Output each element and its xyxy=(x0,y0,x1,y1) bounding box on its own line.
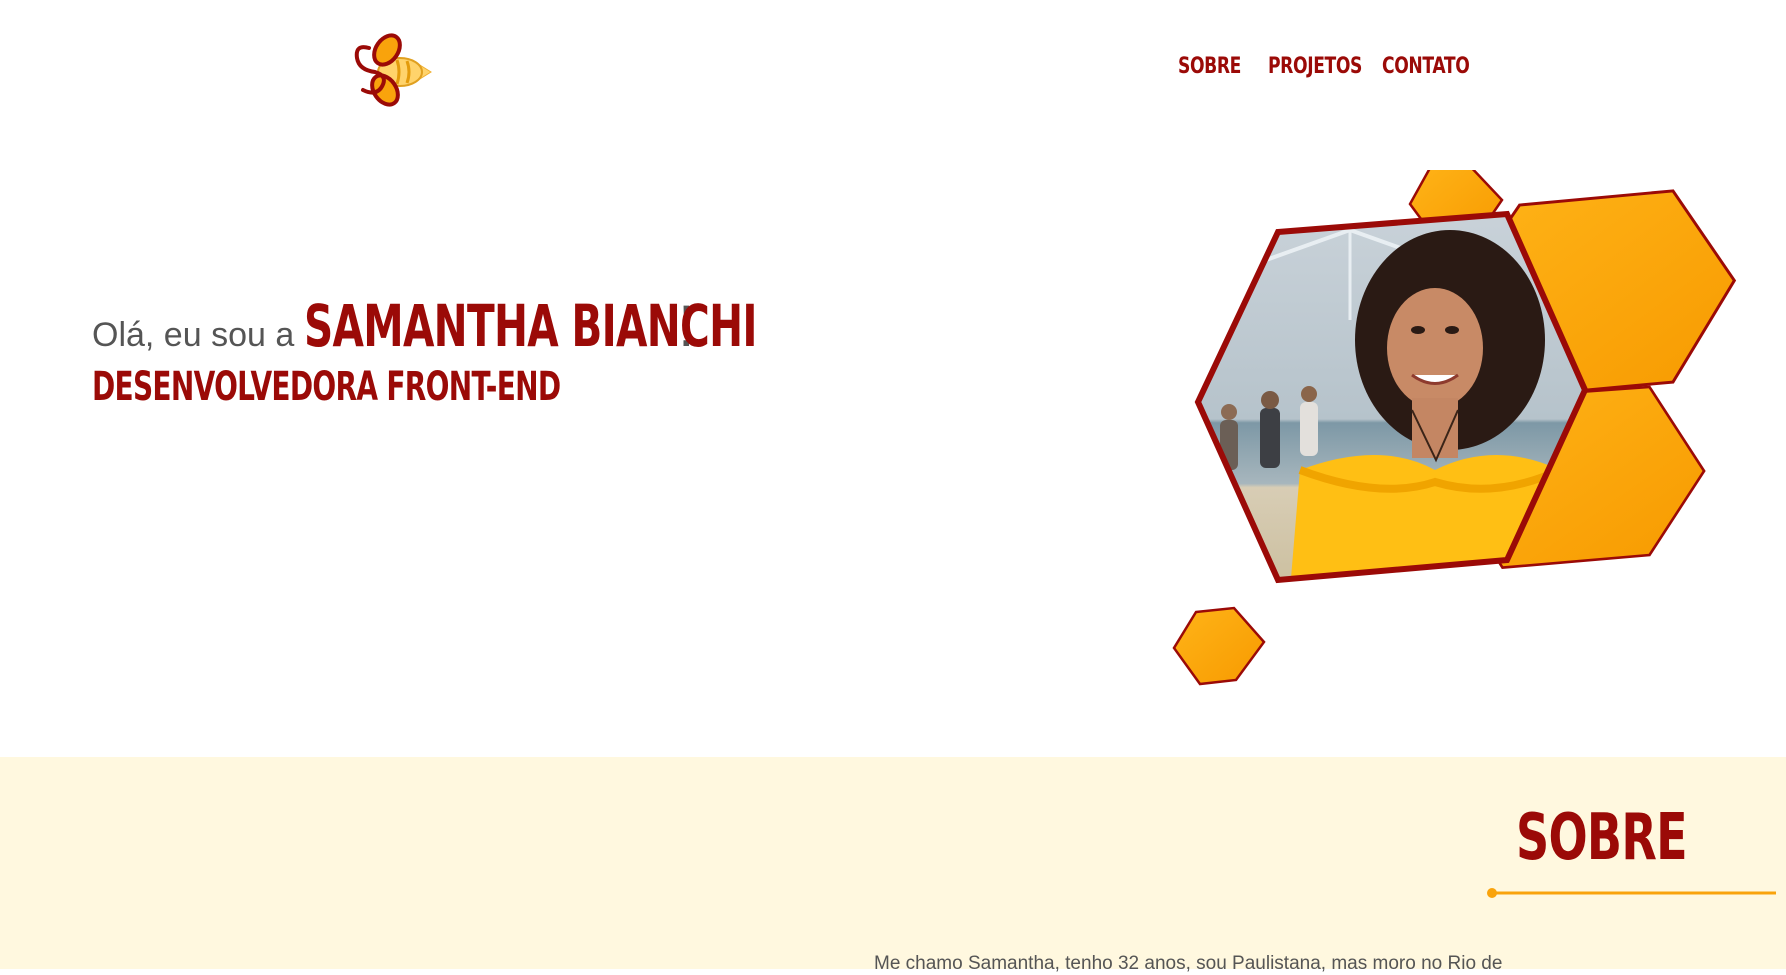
nav-link-projetos[interactable]: PROJETOS xyxy=(1268,54,1362,79)
title-underline-divider xyxy=(1487,888,1776,898)
about-title: SOBRE xyxy=(1516,801,1688,875)
nav-link-sobre[interactable]: SOBRE xyxy=(1178,54,1241,79)
main-nav: SOBRE PROJETOS CONTATO xyxy=(1178,54,1470,79)
about-paragraph: Me chamo Samantha, tenho 32 anos, sou Pa… xyxy=(874,953,1503,974)
decor-hexagon xyxy=(1172,606,1266,686)
bee-logo-icon[interactable] xyxy=(345,30,435,114)
hero-heading: Olá, eu sou a SAMANTHA BIANCHI ! xyxy=(92,292,761,360)
site-header: SOBRE PROJETOS CONTATO xyxy=(0,0,1786,140)
nav-link-contato[interactable]: CONTATO xyxy=(1382,54,1470,79)
hero-name: SAMANTHA BIANCHI xyxy=(304,292,758,360)
about-section: SOBRE Me chamo Samantha, tenho 32 anos, … xyxy=(0,757,1786,974)
hexagon-photo-collage xyxy=(1172,170,1737,686)
hero-intro: Olá, eu sou a SAMANTHA BIANCHI ! DESENVO… xyxy=(92,292,761,410)
hero-greeting: Olá, eu sou a xyxy=(92,316,295,354)
hero-role: DESENVOLVEDORA FRONT-END xyxy=(92,364,561,410)
